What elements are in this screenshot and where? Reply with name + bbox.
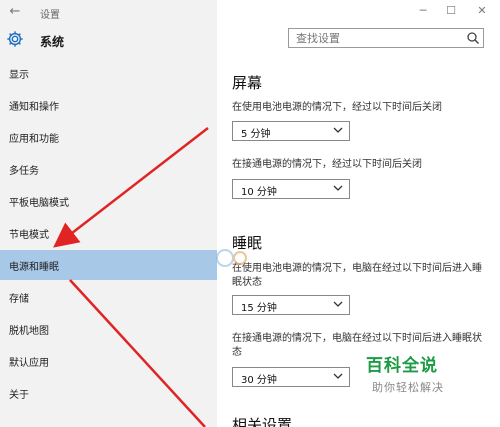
dropdown-value: 30 分钟 <box>241 375 277 386</box>
search-input[interactable] <box>296 31 456 45</box>
gear-icon <box>7 31 23 47</box>
window-title: 设置 <box>40 10 60 21</box>
sidebar-item-tablet-mode[interactable]: 平板电脑模式 <box>0 186 217 216</box>
settings-window: ← 设置 ─ ☐ ✕ 系统 显示 通知和操作 应用和功能 多任务 平板电脑模式 … <box>0 0 500 427</box>
sidebar-item-label: 节电模式 <box>9 230 49 241</box>
screen-plugged-label: 在接通电源的情况下，经过以下时间后关闭 <box>232 159 422 170</box>
sleep-battery-label: 在使用电池电源的情况下，电脑在经过以下时间后进入睡眠状态 <box>232 263 482 288</box>
related-settings-heading: 相关设置 <box>232 416 293 427</box>
chevron-down-icon <box>333 301 343 307</box>
sidebar-item-label: 通知和操作 <box>9 102 59 113</box>
sidebar-item-power-sleep[interactable]: 电源和睡眠 <box>0 250 217 280</box>
sidebar-item-label: 存储 <box>9 294 29 305</box>
dropdown-value: 15 分钟 <box>241 303 277 314</box>
screen-battery-label: 在使用电池电源的情况下，经过以下时间后关闭 <box>232 102 442 113</box>
sidebar-item-multitasking[interactable]: 多任务 <box>0 154 217 184</box>
sleep-battery-dropdown[interactable]: 15 分钟 <box>232 295 350 315</box>
watermark-subtitle: 助你轻松解决 <box>372 381 444 394</box>
sidebar-item-storage[interactable]: 存储 <box>0 282 217 312</box>
screen-battery-dropdown[interactable]: 5 分钟 <box>232 121 350 141</box>
dropdown-value: 5 分钟 <box>241 129 271 140</box>
close-button[interactable]: ✕ <box>474 4 490 18</box>
chevron-down-icon <box>333 127 343 133</box>
page-title: 系统 <box>40 35 65 49</box>
sidebar-item-about[interactable]: 关于 <box>0 378 217 408</box>
dropdown-value: 10 分钟 <box>241 187 277 198</box>
sidebar-item-label: 关于 <box>9 390 29 401</box>
minimize-button[interactable]: ─ <box>415 4 431 18</box>
sidebar-item-label: 应用和功能 <box>9 134 59 145</box>
sleep-plugged-label: 在接通电源的情况下，电脑在经过以下时间后进入睡眠状态 <box>232 333 482 358</box>
sidebar-item-label: 平板电脑模式 <box>9 198 69 209</box>
sidebar-item-display[interactable]: 显示 <box>0 58 217 88</box>
faint-logo-watermark <box>216 249 247 267</box>
screen-plugged-dropdown[interactable]: 10 分钟 <box>232 179 350 199</box>
sidebar-item-label: 电源和睡眠 <box>9 262 59 273</box>
screen-heading: 屏幕 <box>232 74 263 92</box>
sidebar-item-notifications[interactable]: 通知和操作 <box>0 90 217 120</box>
back-arrow-icon[interactable]: ← <box>6 3 24 21</box>
maximize-button[interactable]: ☐ <box>443 4 459 18</box>
sidebar-item-label: 多任务 <box>9 166 39 177</box>
watermark-title: 百科全说 <box>366 356 438 376</box>
chevron-down-icon <box>333 373 343 379</box>
search-box[interactable] <box>288 28 484 48</box>
sidebar-item-label: 脱机地图 <box>9 326 49 337</box>
sidebar-item-battery-saver[interactable]: 节电模式 <box>0 218 217 248</box>
title-bar: ← 设置 ─ ☐ ✕ <box>0 0 500 26</box>
sleep-plugged-dropdown[interactable]: 30 分钟 <box>232 367 350 387</box>
sidebar-item-label: 显示 <box>9 70 29 81</box>
chevron-down-icon <box>333 185 343 191</box>
main-content <box>217 0 500 427</box>
sidebar-item-apps[interactable]: 应用和功能 <box>0 122 217 152</box>
sidebar-item-default-apps[interactable]: 默认应用 <box>0 346 217 376</box>
sidebar-item-label: 默认应用 <box>9 358 49 369</box>
sidebar-item-offline-maps[interactable]: 脱机地图 <box>0 314 217 344</box>
search-icon[interactable] <box>466 31 480 45</box>
